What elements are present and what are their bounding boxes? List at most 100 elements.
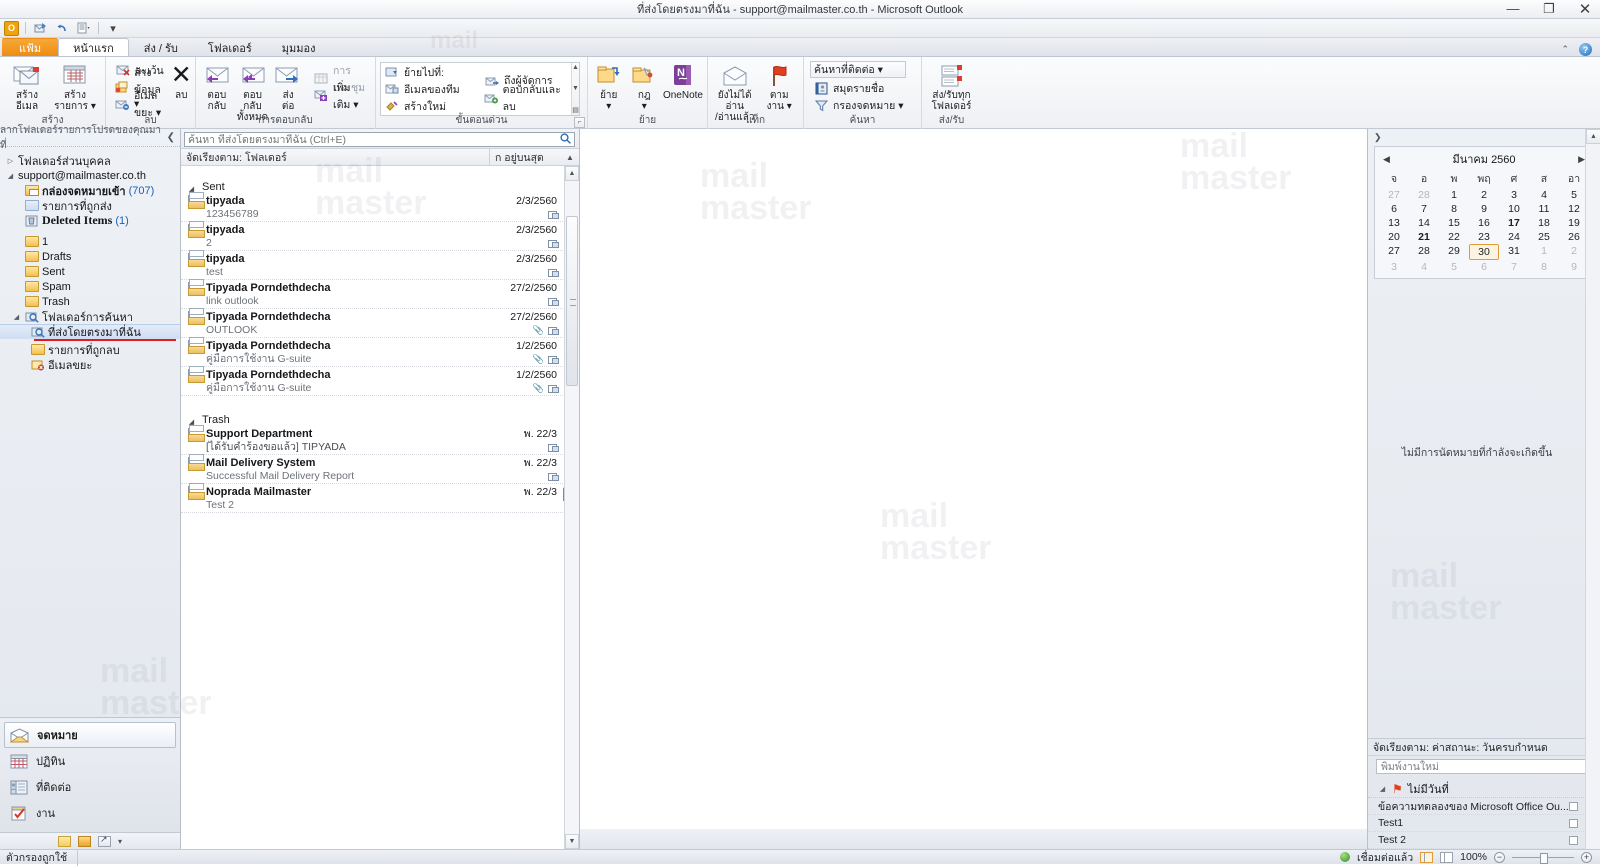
calendar-day[interactable]: 16 [1469,216,1499,230]
calendar-day[interactable]: 28 [1409,188,1439,202]
folder-drafts[interactable]: Drafts [0,249,180,264]
calendar-day[interactable]: 13 [1379,216,1409,230]
calendar-day[interactable]: 20 [1379,230,1409,244]
message-list-item[interactable]: Mail Delivery System Successful Mail Del… [181,455,579,484]
calendar-day[interactable]: 18 [1529,216,1559,230]
scroll-thumb[interactable] [566,216,578,386]
tab-file[interactable]: แฟ้ม [2,38,59,56]
calendar-day[interactable]: 31 [1499,244,1529,260]
module-contacts[interactable]: ที่ติดต่อ [4,774,176,800]
message-list-scrollbar[interactable]: ▲ ▼ [564,166,579,849]
folder-1[interactable]: 1 [0,234,180,249]
quickstep-move-to[interactable]: ย้ายไปที่: [381,64,481,81]
quickstep-new[interactable]: สร้างใหม่ [381,98,481,115]
message-list-item[interactable]: Tipyada Porndethdecha คู่มือการใช้งาน G-… [181,367,579,396]
folder-sent-items[interactable]: รายการที่ถูกส่ง [0,198,180,213]
calendar-day[interactable]: 10 [1499,202,1529,216]
module-calendar[interactable]: ปฏิทิน [4,748,176,774]
nav-config-icon[interactable]: ▾ [118,837,122,846]
customize-icon[interactable] [76,21,92,36]
calendar-day[interactable]: 5 [1439,260,1469,274]
folder-spam[interactable]: Spam [0,279,180,294]
prev-month-icon[interactable]: ◀ [1383,154,1390,165]
task-checkbox[interactable] [1569,801,1579,811]
undo-icon[interactable] [54,21,70,36]
search-input[interactable] [188,133,560,146]
calendar-day[interactable]: 4 [1529,188,1559,202]
task-group-header[interactable]: ◢ ⚑ ไม่มีวันที่ [1368,780,1600,798]
new-task-input[interactable]: พิมพ์งานใหม่ [1376,759,1594,774]
scroll-up-icon[interactable]: ▲ [565,166,579,181]
address-book-button[interactable]: สมุดรายชื่อ [810,80,906,97]
zoom-out-icon[interactable]: − [1494,851,1505,863]
calendar-day[interactable]: 8 [1439,202,1469,216]
filter-email-button[interactable]: กรองจดหมาย ▾ [810,97,906,114]
shortcuts-icon[interactable] [97,834,111,847]
folder-sent[interactable]: Sent [0,264,180,279]
calendar-day[interactable]: 7 [1499,260,1529,274]
calendar-day[interactable]: 11 [1529,202,1559,216]
module-tasks[interactable]: งาน [4,800,176,826]
normal-view-icon[interactable] [1420,851,1434,863]
task-list-item[interactable]: ข้อความทดลองของ Microsoft Office Ou... ⚑ [1368,798,1600,815]
tab-folder[interactable]: โฟลเดอร์ [193,38,267,56]
quick-steps-scrollbar[interactable]: ▲ ▼ ▤ [571,63,579,115]
folder-list-icon[interactable] [77,835,91,847]
forward-button[interactable]: ส่ง ต่อ [271,59,305,112]
new-items-button[interactable]: สร้าง รายการ ▾ [52,59,98,112]
twisty-icon[interactable]: ▷ [6,157,15,165]
reading-view-icon[interactable] [1440,851,1454,863]
task-group-twisty-icon[interactable]: ◢ [1378,785,1387,793]
send-receive-icon[interactable] [32,21,48,36]
tab-view[interactable]: มุมมอง [267,38,331,56]
message-list-item[interactable]: tipyada test 2/3/2560 ⚑ [181,251,579,280]
folder-sent-directly-to-me[interactable]: ที่ส่งโดยตรงมาที่ฉัน [0,324,180,341]
calendar-day[interactable]: 27 [1379,244,1409,260]
calendar-day[interactable]: 3 [1499,188,1529,202]
calendar-day[interactable]: 29 [1439,244,1469,260]
next-month-icon[interactable]: ▶ [1578,154,1585,165]
task-checkbox[interactable] [1569,818,1579,828]
calendar-day[interactable]: 27 [1379,188,1409,202]
message-list-item[interactable]: Tipyada Porndethdecha คู่มือการใช้งาน G-… [181,338,579,367]
calendar-day[interactable]: 22 [1439,230,1469,244]
calendar-day[interactable]: 7 [1409,202,1439,216]
calendar-day[interactable]: 21 [1409,230,1439,244]
task-sort-header[interactable]: จัดเรียงตาม: ค่าสถานะ: วันครบกำหนด ▲ [1368,739,1600,756]
calendar-day[interactable]: 6 [1379,202,1409,216]
quickstep-reply-delete[interactable]: ตอบกลับและลบ [481,84,571,113]
folder-junk-email[interactable]: อีเมลขยะ [0,357,180,372]
expand-todo-icon[interactable]: ❯ [1374,132,1382,143]
follow-up-button[interactable]: ตาม งาน ▾ [759,59,799,112]
sort-order-label[interactable]: ก อยู่บนสุด [489,148,561,166]
calendar-day[interactable]: 9 [1469,202,1499,216]
quicksteps-dialog-launcher[interactable]: ⌐ [574,117,585,128]
message-list-item[interactable]: tipyada 2 2/3/2560 ⚑ [181,222,579,251]
delete-button[interactable]: ✕ ลบ [171,59,192,102]
sort-arrow-icon[interactable]: ▲ [561,153,579,162]
zoom-slider[interactable] [1512,852,1574,864]
task-checkbox[interactable] [1569,835,1579,845]
close-button[interactable]: ✕ [1574,1,1596,18]
notes-module-icon[interactable] [57,835,71,847]
collapse-nav-icon[interactable]: ❮ [167,132,175,143]
group-header-sent[interactable]: ◢ Sent [181,174,579,193]
maximize-button[interactable]: ❐ [1538,1,1560,16]
new-email-button[interactable]: สร้าง อีเมล [4,59,50,112]
more-button[interactable]: เพิ่มเติม ▾ [311,82,369,111]
calendar-day[interactable]: 1 [1439,188,1469,202]
calendar-day[interactable]: 28 [1409,244,1439,260]
module-mail[interactable]: จดหมาย [4,722,176,748]
calendar-day[interactable]: 8 [1529,260,1559,274]
message-list-item[interactable]: Noprada Mailmaster Test 2 พ. 22/3 [181,484,579,513]
calendar-day[interactable]: 25 [1529,230,1559,244]
calendar-day-today[interactable]: 30 [1469,244,1499,260]
calendar-day[interactable]: 6 [1469,260,1499,274]
task-list-item[interactable]: Test 2 ⚑ [1368,832,1600,849]
tab-home[interactable]: หน้าแรก [58,38,129,56]
search-box[interactable] [184,132,575,147]
message-list-item[interactable]: Tipyada Porndethdecha link outlook 27/2/… [181,280,579,309]
send-receive-all-button[interactable]: ส่ง/รับทุก โฟลเดอร์ [926,59,977,112]
folder-deleted-items[interactable]: Deleted Items (1) [0,213,180,228]
help-icon[interactable]: ? [1579,43,1592,56]
